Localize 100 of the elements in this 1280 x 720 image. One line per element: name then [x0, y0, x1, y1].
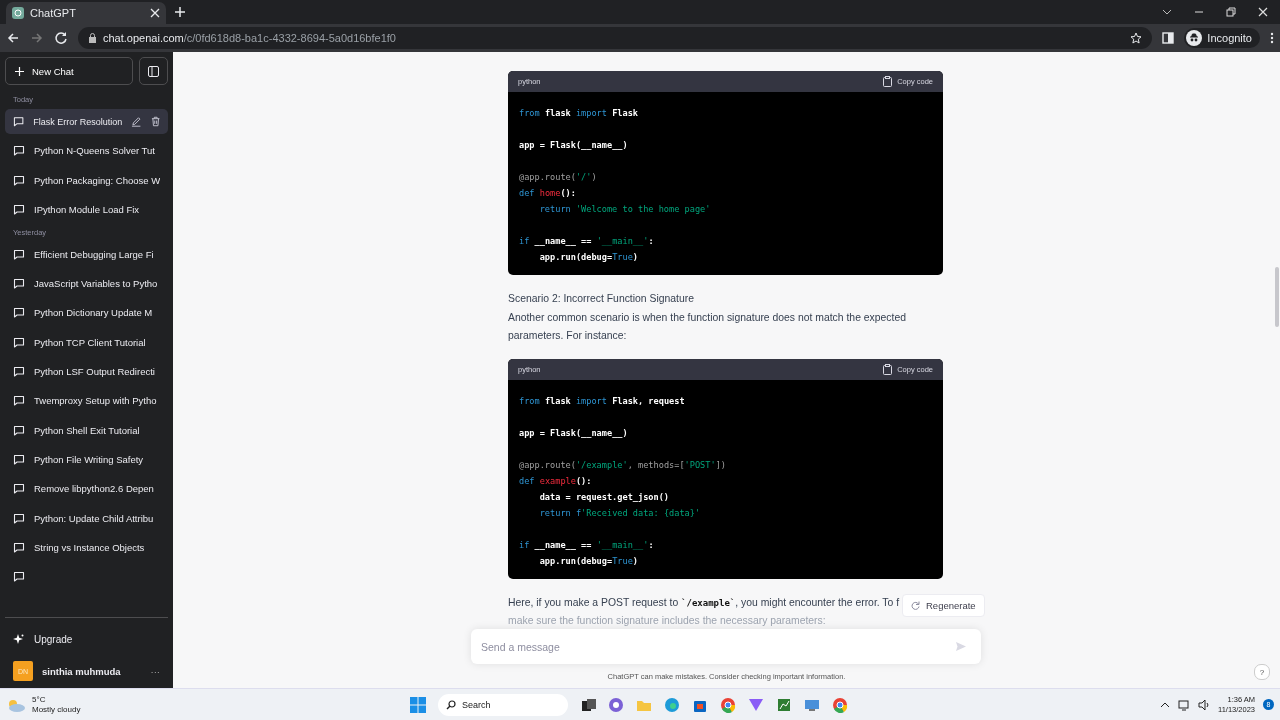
edge-icon[interactable] [664, 697, 680, 713]
chat-bubble-icon [13, 336, 25, 348]
code-line: app.run(debug=True) [539, 554, 638, 568]
code-line: @app.route('/') [519, 171, 597, 184]
paragraph: Another common scenario is when the function signature does not match the expected parameters. For instance: [508, 310, 907, 343]
chat-item[interactable]: Python Dictionary Update M [5, 300, 168, 326]
close-icon[interactable] [150, 8, 160, 18]
address-bar[interactable]: chat.openai.com/c/0fd618d8-ba1c-4332-8694-5a0d16bfe1f0 [78, 27, 1153, 49]
chat-item[interactable]: Flask Error Resolution [5, 109, 168, 134]
chat-bubble-icon [13, 366, 25, 378]
chat-bubble-icon [13, 307, 25, 319]
chat-item[interactable]: Python: Update Child Attribu [5, 505, 168, 531]
browser-tab[interactable]: ChatGPT [6, 2, 166, 24]
chat-bubble-icon [13, 248, 25, 260]
chart-app-icon[interactable] [776, 697, 792, 713]
trash-icon[interactable] [150, 116, 160, 127]
incognito-icon [1186, 30, 1203, 46]
code-line: app.run(debug=True) [539, 251, 638, 264]
code-line: from flask import Flask, request [519, 394, 685, 408]
chat-item[interactable]: Twemproxy Setup with Pytho [5, 388, 168, 414]
chat-item[interactable]: Efficient Debugging Large Fi [5, 241, 168, 267]
restore-icon[interactable] [1226, 7, 1236, 17]
code-line: @app.route('/example', methods=['POST']) [519, 458, 726, 472]
chat-bubble-icon [13, 278, 25, 290]
help-button[interactable]: ? [1254, 664, 1270, 680]
tab-title: ChatGPT [30, 7, 77, 19]
chat-item[interactable]: String vs Instance Objects [5, 534, 168, 560]
chat-bubble-icon [13, 395, 25, 407]
code-line: if __name__ == '__main__': [519, 235, 654, 248]
chat-bubble-icon [13, 541, 25, 553]
chat-item[interactable]: IPython Module Load Fix [5, 196, 168, 222]
chat-bubble-icon [13, 203, 25, 215]
chat-bubble-icon [13, 512, 25, 524]
weather-text: Mostly cloudy [32, 704, 81, 715]
more-button[interactable]: ··· [150, 665, 160, 677]
star-icon[interactable] [1130, 32, 1143, 44]
chat-bubble-icon [13, 116, 25, 127]
upgrade-button[interactable]: Upgrade [5, 624, 168, 654]
user-name: sinthia muhmuda [42, 665, 121, 677]
sidebar-icon [148, 65, 159, 77]
code-line: if __name__ == '__main__': [519, 538, 654, 552]
code-line: app = Flask(__name__) [519, 426, 628, 440]
regenerate-button[interactable]: Regenerate [902, 594, 985, 617]
code-line: def home(): [519, 187, 576, 200]
chat-item[interactable]: Python Shell Exit Tutorial [5, 417, 168, 443]
code-line: app = Flask(__name__) [519, 139, 628, 152]
cloud-icon [6, 697, 26, 712]
more-icon[interactable] [1270, 32, 1274, 44]
chat-bubble-icon [13, 453, 25, 465]
chat-item[interactable]: Python TCP Client Tutorial [5, 329, 168, 355]
sparkle-icon [13, 633, 24, 645]
chat-bubble-icon [13, 145, 25, 157]
back-icon[interactable] [6, 31, 20, 45]
paragraph: Here, if you make a POST request to `/example`, you might encounter the error. To f [508, 595, 900, 610]
chat-bubble-icon [13, 424, 25, 436]
reload-icon[interactable] [54, 31, 68, 45]
new-tab-icon[interactable] [174, 6, 186, 18]
code-line: def example(): [519, 474, 592, 488]
forward-icon[interactable] [30, 31, 44, 45]
close-icon[interactable] [1258, 7, 1268, 17]
chat-item[interactable]: Python Packaging: Choose W [5, 167, 168, 193]
taskbar-search-field[interactable]: Search [438, 694, 568, 716]
plus-icon [15, 66, 24, 76]
speaker-icon[interactable] [1198, 698, 1210, 711]
chat-bubble-icon [13, 174, 25, 186]
clipboard-icon [883, 76, 893, 87]
code-line: return 'Welcome to the home page' [539, 203, 711, 216]
chrome-icon[interactable] [832, 697, 848, 713]
temperature-text: 5°C [32, 694, 47, 705]
clipboard-icon [883, 363, 893, 375]
code-line: from flask import Flask [519, 107, 638, 120]
chevron-down-icon[interactable] [1162, 7, 1172, 17]
task-view-icon[interactable] [580, 697, 596, 713]
sidebar-toggle-button[interactable] [139, 57, 168, 85]
windows-start-icon[interactable] [410, 697, 426, 713]
code-line: return f'Received data: {data}' [539, 506, 701, 520]
profile-button[interactable]: Incognito [1184, 28, 1260, 48]
refresh-icon [911, 601, 920, 610]
chat-app-icon[interactable] [608, 697, 624, 713]
funnel-icon[interactable] [748, 697, 764, 713]
chat-item[interactable]: Python File Writing Safety [5, 446, 168, 472]
paragraph: Scenario 2: Incorrect Function Signature [508, 292, 694, 306]
chat-item[interactable]: Python LSF Output Redirecti [5, 359, 168, 385]
message-field[interactable]: Send a message [471, 629, 981, 664]
side-panel-icon[interactable] [1162, 32, 1175, 44]
chat-bubble-icon [13, 571, 25, 583]
chat-item[interactable]: Remove libpython2.6 Depen [5, 476, 168, 502]
chat-item[interactable]: Python N-Queens Solver Tut [5, 138, 168, 164]
chat-item[interactable]: JavaScript Variables to Pytho [5, 271, 168, 297]
new-chat-button[interactable]: New Chat [5, 57, 133, 85]
chat-bubble-icon [13, 483, 25, 495]
network-icon[interactable] [1178, 698, 1190, 711]
chatgpt-logo-icon [12, 7, 24, 19]
remote-desktop-icon[interactable] [804, 697, 820, 713]
paragraph: make sure the function signature includes the necessary parameters: [508, 614, 826, 628]
chrome-icon[interactable] [720, 697, 736, 713]
code-line: data = request.get_json() [539, 490, 670, 504]
url-text: chat.openai.com/c/0fd618d8-ba1c-4332-8694-5a0d16bfe1f0 [103, 32, 396, 44]
edit-icon[interactable] [131, 116, 142, 127]
search-icon [446, 700, 456, 710]
